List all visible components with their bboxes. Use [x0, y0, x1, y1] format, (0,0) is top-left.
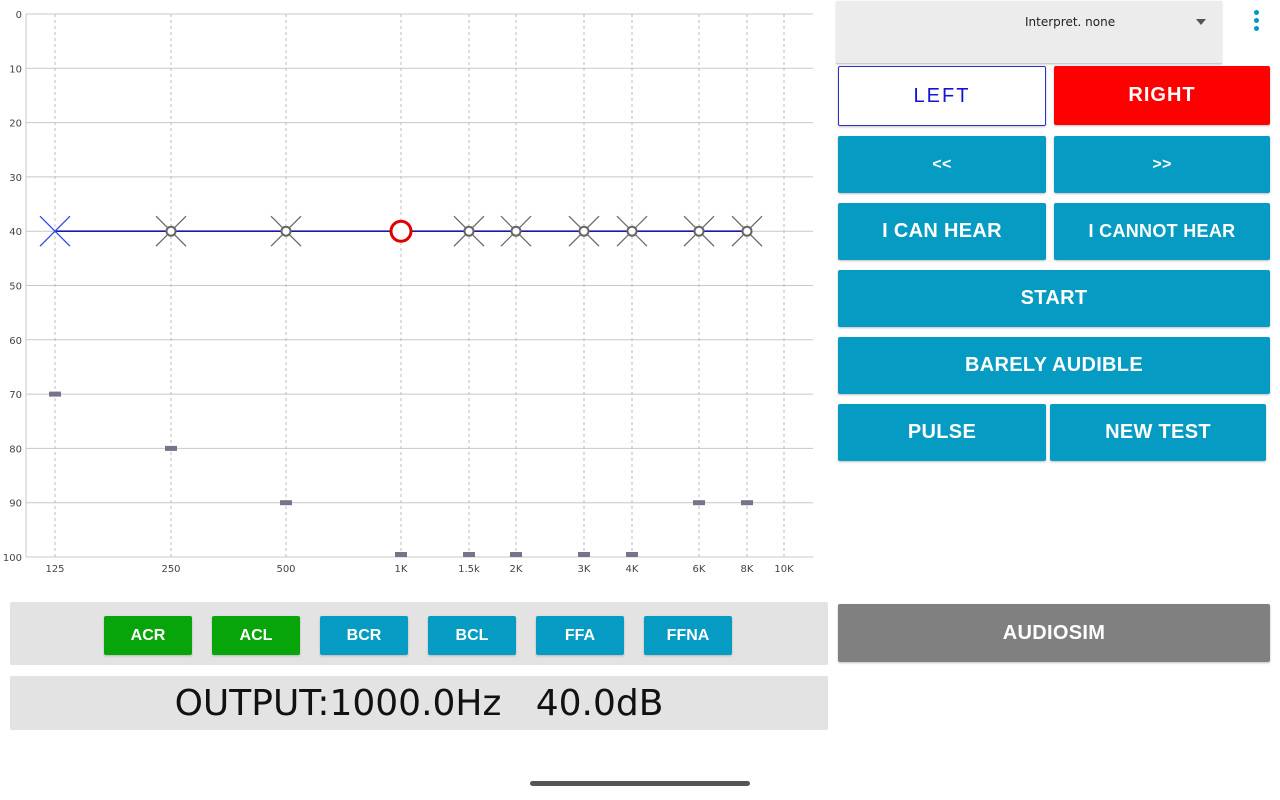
- home-indicator[interactable]: [530, 781, 750, 786]
- limit-marker: [578, 552, 590, 557]
- threshold-marker-circle: [578, 225, 590, 237]
- x-tick-label: 4K: [626, 564, 639, 575]
- x-tick-label: 6K: [693, 564, 706, 575]
- limit-marker: [463, 552, 475, 557]
- test-type-bcl-button[interactable]: BCL: [428, 616, 516, 655]
- x-tick-label: 500: [276, 564, 295, 575]
- y-tick-label: 50: [9, 282, 22, 293]
- y-tick-label: 20: [9, 119, 22, 130]
- y-tick-label: 30: [9, 173, 22, 184]
- x-tick-label: 3K: [578, 564, 591, 575]
- y-tick-label: 40: [9, 227, 22, 238]
- prev-frequency-button[interactable]: <<: [838, 136, 1046, 193]
- overflow-menu-icon[interactable]: [1248, 10, 1264, 38]
- barely-audible-button[interactable]: BARELY AUDIBLE: [838, 337, 1270, 394]
- output-readout: OUTPUT:1000.0Hz 40.0dB: [174, 682, 664, 724]
- y-tick-label: 70: [9, 390, 22, 401]
- test-type-ffna-button[interactable]: FFNA: [644, 616, 732, 655]
- x-tick-label: 1K: [395, 564, 408, 575]
- test-type-panel: ACR ACL BCR BCL FFA FFNA: [10, 602, 828, 665]
- audiosim-button[interactable]: AUDIOSIM: [838, 604, 1270, 662]
- limit-marker: [626, 552, 638, 557]
- x-tick-label: 1.5k: [458, 564, 480, 575]
- start-button[interactable]: START: [838, 270, 1270, 327]
- chevron-down-icon: [1196, 19, 1206, 25]
- y-tick-label: 60: [9, 336, 22, 347]
- limit-marker: [165, 445, 177, 451]
- threshold-marker-circle: [693, 225, 705, 237]
- y-tick-label: 0: [16, 10, 22, 21]
- test-type-bcr-button[interactable]: BCR: [320, 616, 408, 655]
- x-tick-label: 8K: [741, 564, 754, 575]
- x-tick-label: 10K: [774, 564, 794, 575]
- x-tick-label: 125: [45, 564, 64, 575]
- test-type-ffa-button[interactable]: FFA: [536, 616, 624, 655]
- interpretation-dropdown[interactable]: Interpret. none: [836, 1, 1222, 64]
- test-type-acl-button[interactable]: ACL: [212, 616, 300, 655]
- x-tick-label: 250: [161, 564, 180, 575]
- threshold-marker-circle: [280, 225, 292, 237]
- output-panel: OUTPUT:1000.0Hz 40.0dB: [10, 676, 828, 730]
- x-tick-label: 2K: [510, 564, 523, 575]
- cannot-hear-button[interactable]: I CANNOT HEAR: [1054, 203, 1270, 260]
- test-type-acr-button[interactable]: ACR: [104, 616, 192, 655]
- dropdown-value: Interpret. none: [1025, 15, 1116, 29]
- threshold-marker-circle: [510, 225, 522, 237]
- audiogram-chart: 0 10 20 30 40 50 60 70 80 90 100 125 250 500 1K 1.5k 2K 3…: [3, 10, 813, 575]
- current-marker-circle: [389, 219, 413, 243]
- threshold-marker-circle: [165, 225, 177, 237]
- y-tick-label: 10: [9, 64, 22, 75]
- right-ear-button[interactable]: RIGHT: [1054, 66, 1270, 125]
- limit-marker: [280, 500, 292, 506]
- left-ear-button[interactable]: LEFT: [838, 66, 1046, 126]
- y-tick-label: 90: [9, 499, 22, 510]
- pulse-button[interactable]: PULSE: [838, 404, 1046, 461]
- limit-marker: [693, 500, 705, 506]
- can-hear-button[interactable]: I CAN HEAR: [838, 203, 1046, 260]
- y-tick-label: 80: [9, 444, 22, 455]
- threshold-marker-circle: [741, 225, 753, 237]
- limit-marker: [741, 500, 753, 506]
- new-test-button[interactable]: NEW TEST: [1050, 404, 1266, 461]
- threshold-marker-circle: [463, 225, 475, 237]
- next-frequency-button[interactable]: >>: [1054, 136, 1270, 193]
- y-tick-label: 100: [3, 553, 22, 564]
- limit-marker: [395, 552, 407, 557]
- limit-marker: [49, 391, 61, 397]
- threshold-marker-circle: [626, 225, 638, 237]
- limit-marker: [510, 552, 522, 557]
